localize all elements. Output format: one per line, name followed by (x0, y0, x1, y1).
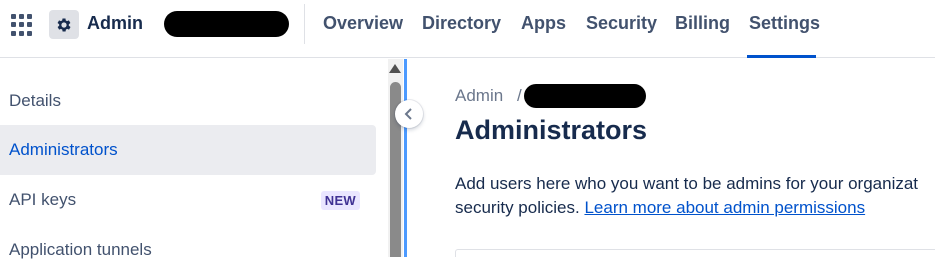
redacted-organization-name (164, 11, 289, 37)
learn-more-link[interactable]: Learn more about admin permissions (584, 198, 865, 217)
active-tab-indicator (747, 55, 816, 58)
sidebar-item-label: API keys (9, 190, 77, 209)
page-description: Add users here who you want to be admins… (455, 172, 935, 220)
app-switcher-grid-icon[interactable] (10, 13, 34, 37)
sidebar-item-label: Application tunnels (9, 240, 152, 259)
description-text: security policies. (455, 198, 580, 217)
scroll-up-arrow-icon[interactable] (389, 64, 401, 73)
description-line: Add users here who you want to be admins… (455, 174, 919, 193)
page-title: Administrators (455, 115, 648, 145)
content-card (455, 249, 935, 257)
sidebar-item-label: Details (9, 91, 61, 110)
divider (304, 4, 305, 44)
tab-apps[interactable]: Apps (521, 13, 566, 34)
description-line-2: security policies. Learn more about admi… (455, 196, 935, 220)
breadcrumb-admin[interactable]: Admin (455, 86, 503, 106)
tab-billing[interactable]: Billing (675, 13, 730, 34)
redacted-breadcrumb-item[interactable] (524, 84, 646, 108)
settings-sidebar: Details Administrators API keys NEW Appl… (0, 59, 388, 259)
sidebar-item-api-keys[interactable]: API keys NEW (0, 175, 376, 225)
tab-directory[interactable]: Directory (422, 13, 501, 34)
breadcrumb-separator: / (517, 86, 522, 105)
admin-gear-icon[interactable] (49, 10, 79, 39)
sidebar-item-label: Administrators (9, 140, 118, 159)
top-navigation-bar: Admin Overview Directory Apps Security B… (0, 0, 935, 58)
tab-settings[interactable]: Settings (749, 13, 820, 34)
sidebar-item-application-tunnels[interactable]: Application tunnels (0, 225, 376, 275)
new-badge: NEW (320, 191, 360, 210)
app-title[interactable]: Admin (87, 13, 143, 34)
sidebar-item-administrators[interactable]: Administrators (0, 125, 376, 175)
tab-security[interactable]: Security (586, 13, 657, 34)
sidebar-item-details[interactable]: Details (0, 76, 376, 126)
main-content: Admin / Administrators Add users here wh… (407, 59, 935, 257)
tab-overview[interactable]: Overview (323, 13, 403, 34)
